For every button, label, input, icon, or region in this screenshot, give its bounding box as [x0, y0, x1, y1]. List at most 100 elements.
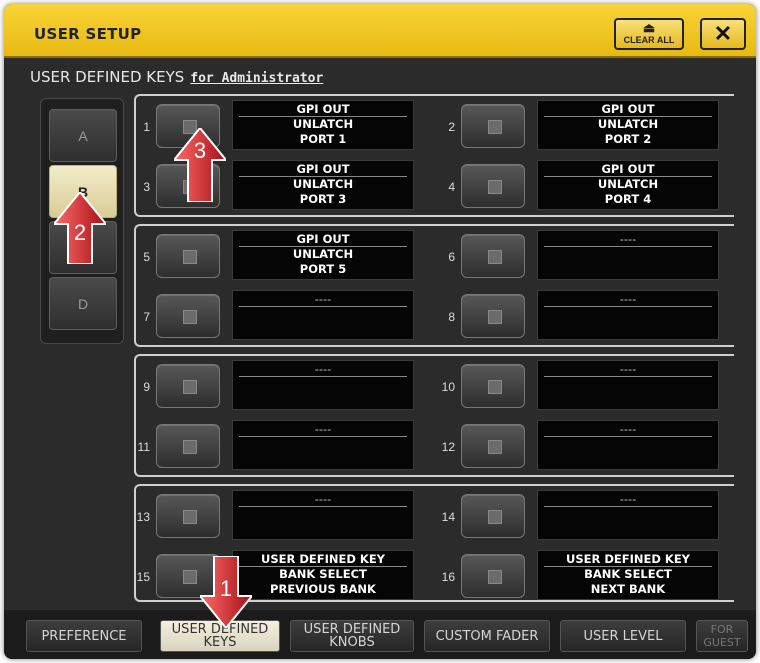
user-key-10: 10 ----	[429, 360, 724, 414]
key-label-line-1: GPI OUT	[544, 102, 712, 117]
key-label-line-2: UNLATCH	[292, 247, 354, 261]
key-assignment-label: GPI OUT UNLATCH PORT 3	[232, 160, 414, 210]
tab-custom-fader[interactable]: CUSTOM FADER	[424, 620, 550, 652]
key-assign-button[interactable]	[461, 554, 525, 598]
section-title-text: USER DEFINED KEYS	[30, 68, 185, 86]
key-assign-button[interactable]	[461, 234, 525, 278]
key-label-line-1: USER DEFINED KEY	[544, 552, 712, 567]
user-key-11: 11 ----	[124, 420, 419, 474]
key-assign-button[interactable]	[461, 494, 525, 538]
callout-arrow-2: 2	[54, 192, 106, 264]
clear-all-button[interactable]: ⏏ CLEAR ALL	[614, 18, 684, 50]
key-number: 5	[143, 250, 150, 264]
key-number: 12	[441, 440, 455, 454]
key-label-line-2: UNLATCH	[597, 177, 659, 191]
callout-arrow-3: 3	[174, 128, 226, 202]
user-key-12: 12 ----	[429, 420, 724, 474]
key-assignment-label: GPI OUT UNLATCH PORT 5	[232, 230, 414, 280]
tab-for-guest-label-1: FOR	[710, 623, 734, 636]
key-assignment-label: GPI OUT UNLATCH PORT 1	[232, 100, 414, 150]
key-label-line-1: ----	[544, 362, 712, 377]
key-assignment-label: USER DEFINED KEY BANK SELECT PREVIOUS BANK	[232, 550, 414, 600]
user-key-13: 13 ----	[124, 490, 419, 544]
key-label-line-2: UNLATCH	[292, 177, 354, 191]
key-assignment-label: ----	[537, 420, 719, 470]
user-key-3: 3 GPI OUT UNLATCH PORT 3	[124, 160, 419, 214]
tab-user-defined-knobs[interactable]: USER DEFINED KNOBS	[290, 620, 414, 652]
key-assign-button[interactable]	[461, 104, 525, 148]
key-label-line-2: UNLATCH	[292, 117, 354, 131]
key-number: 13	[136, 510, 150, 524]
callout-number-2: 2	[74, 220, 86, 245]
key-number: 8	[448, 310, 455, 324]
close-button[interactable]: ✕	[700, 18, 746, 50]
user-key-7: 7 ----	[124, 290, 419, 344]
key-assign-button[interactable]	[156, 234, 220, 278]
key-label-line-3: PREVIOUS BANK	[270, 582, 376, 596]
key-assign-button[interactable]	[156, 294, 220, 338]
key-label-line-3: PORT 3	[299, 192, 347, 206]
bank-a-label: A	[78, 128, 88, 144]
key-assignment-label: ----	[537, 360, 719, 410]
key-assignment-label: GPI OUT UNLATCH PORT 4	[537, 160, 719, 210]
key-assignment-label: ----	[232, 490, 414, 540]
user-key-1: 1 GPI OUT UNLATCH PORT 1	[124, 100, 419, 154]
key-assign-button[interactable]	[461, 424, 525, 468]
tab-user-level[interactable]: USER LEVEL	[560, 620, 686, 652]
key-assign-button[interactable]	[461, 164, 525, 208]
key-label-line-3: PORT 5	[299, 262, 347, 276]
key-label-line-1: GPI OUT	[544, 162, 712, 177]
key-number: 3	[143, 180, 150, 194]
key-label-line-3: NEXT BANK	[590, 582, 666, 596]
key-label-line-3: PORT 2	[604, 132, 652, 146]
bank-button-a[interactable]: A	[49, 109, 117, 162]
key-label-line-1: ----	[544, 232, 712, 247]
key-assign-button[interactable]	[461, 364, 525, 408]
key-label-line-1: GPI OUT	[239, 232, 407, 247]
for-administrator-link[interactable]: for Administrator	[190, 71, 323, 86]
key-assignment-label: GPI OUT UNLATCH PORT 2	[537, 100, 719, 150]
user-key-2: 2 GPI OUT UNLATCH PORT 2	[429, 100, 724, 154]
section-title: USER DEFINED KEYS for Administrator	[30, 68, 323, 86]
key-label-line-1: GPI OUT	[239, 162, 407, 177]
key-assign-button[interactable]	[156, 364, 220, 408]
tab-for-guest[interactable]: FOR GUEST	[696, 620, 748, 652]
callout-number-3: 3	[194, 138, 206, 163]
window-title: USER SETUP	[34, 25, 142, 43]
key-assign-button[interactable]	[156, 494, 220, 538]
key-label-line-1: ----	[239, 422, 407, 437]
key-label-line-3: PORT 1	[299, 132, 347, 146]
key-number: 6	[448, 250, 455, 264]
key-label-line-2: BANK SELECT	[279, 567, 367, 581]
tab-udk-label-2: KEYS	[203, 635, 237, 650]
bank-button-d[interactable]: D	[49, 277, 117, 330]
key-label-line-1: USER DEFINED KEY	[239, 552, 407, 567]
user-key-16: 16 USER DEFINED KEY BANK SELECT NEXT BANK	[429, 550, 724, 604]
key-number: 16	[441, 570, 455, 584]
key-label-line-1: ----	[544, 292, 712, 307]
tab-preference[interactable]: PREFERENCE	[26, 620, 142, 652]
key-number: 7	[143, 310, 150, 324]
key-assign-button[interactable]	[461, 294, 525, 338]
key-number: 9	[143, 380, 150, 394]
key-assign-button[interactable]	[156, 424, 220, 468]
clear-all-icon: ⏏	[642, 20, 656, 35]
user-key-15: 15 USER DEFINED KEY BANK SELECT PREVIOUS BA…	[124, 550, 419, 604]
key-label-line-2: UNLATCH	[597, 117, 659, 131]
key-number: 1	[143, 120, 150, 134]
key-label-line-1: ----	[544, 422, 712, 437]
user-key-9: 9 ----	[124, 360, 419, 414]
user-key-4: 4 GPI OUT UNLATCH PORT 4	[429, 160, 724, 214]
key-label-line-1: ----	[239, 492, 407, 507]
tab-bar: PREFERENCE USER DEFINED KEYS USER DEFINED…	[4, 610, 756, 659]
key-number: 11	[137, 440, 150, 454]
key-label-line-1: GPI OUT	[239, 102, 407, 117]
key-assignment-label: ----	[232, 290, 414, 340]
key-assignment-label: ----	[232, 360, 414, 410]
key-number: 14	[441, 510, 455, 524]
key-assignment-label: USER DEFINED KEY BANK SELECT NEXT BANK	[537, 550, 719, 600]
key-number: 15	[136, 570, 150, 584]
key-assignment-label: ----	[537, 230, 719, 280]
user-key-14: 14 ----	[429, 490, 724, 544]
callout-arrow-1: 1	[200, 556, 252, 628]
